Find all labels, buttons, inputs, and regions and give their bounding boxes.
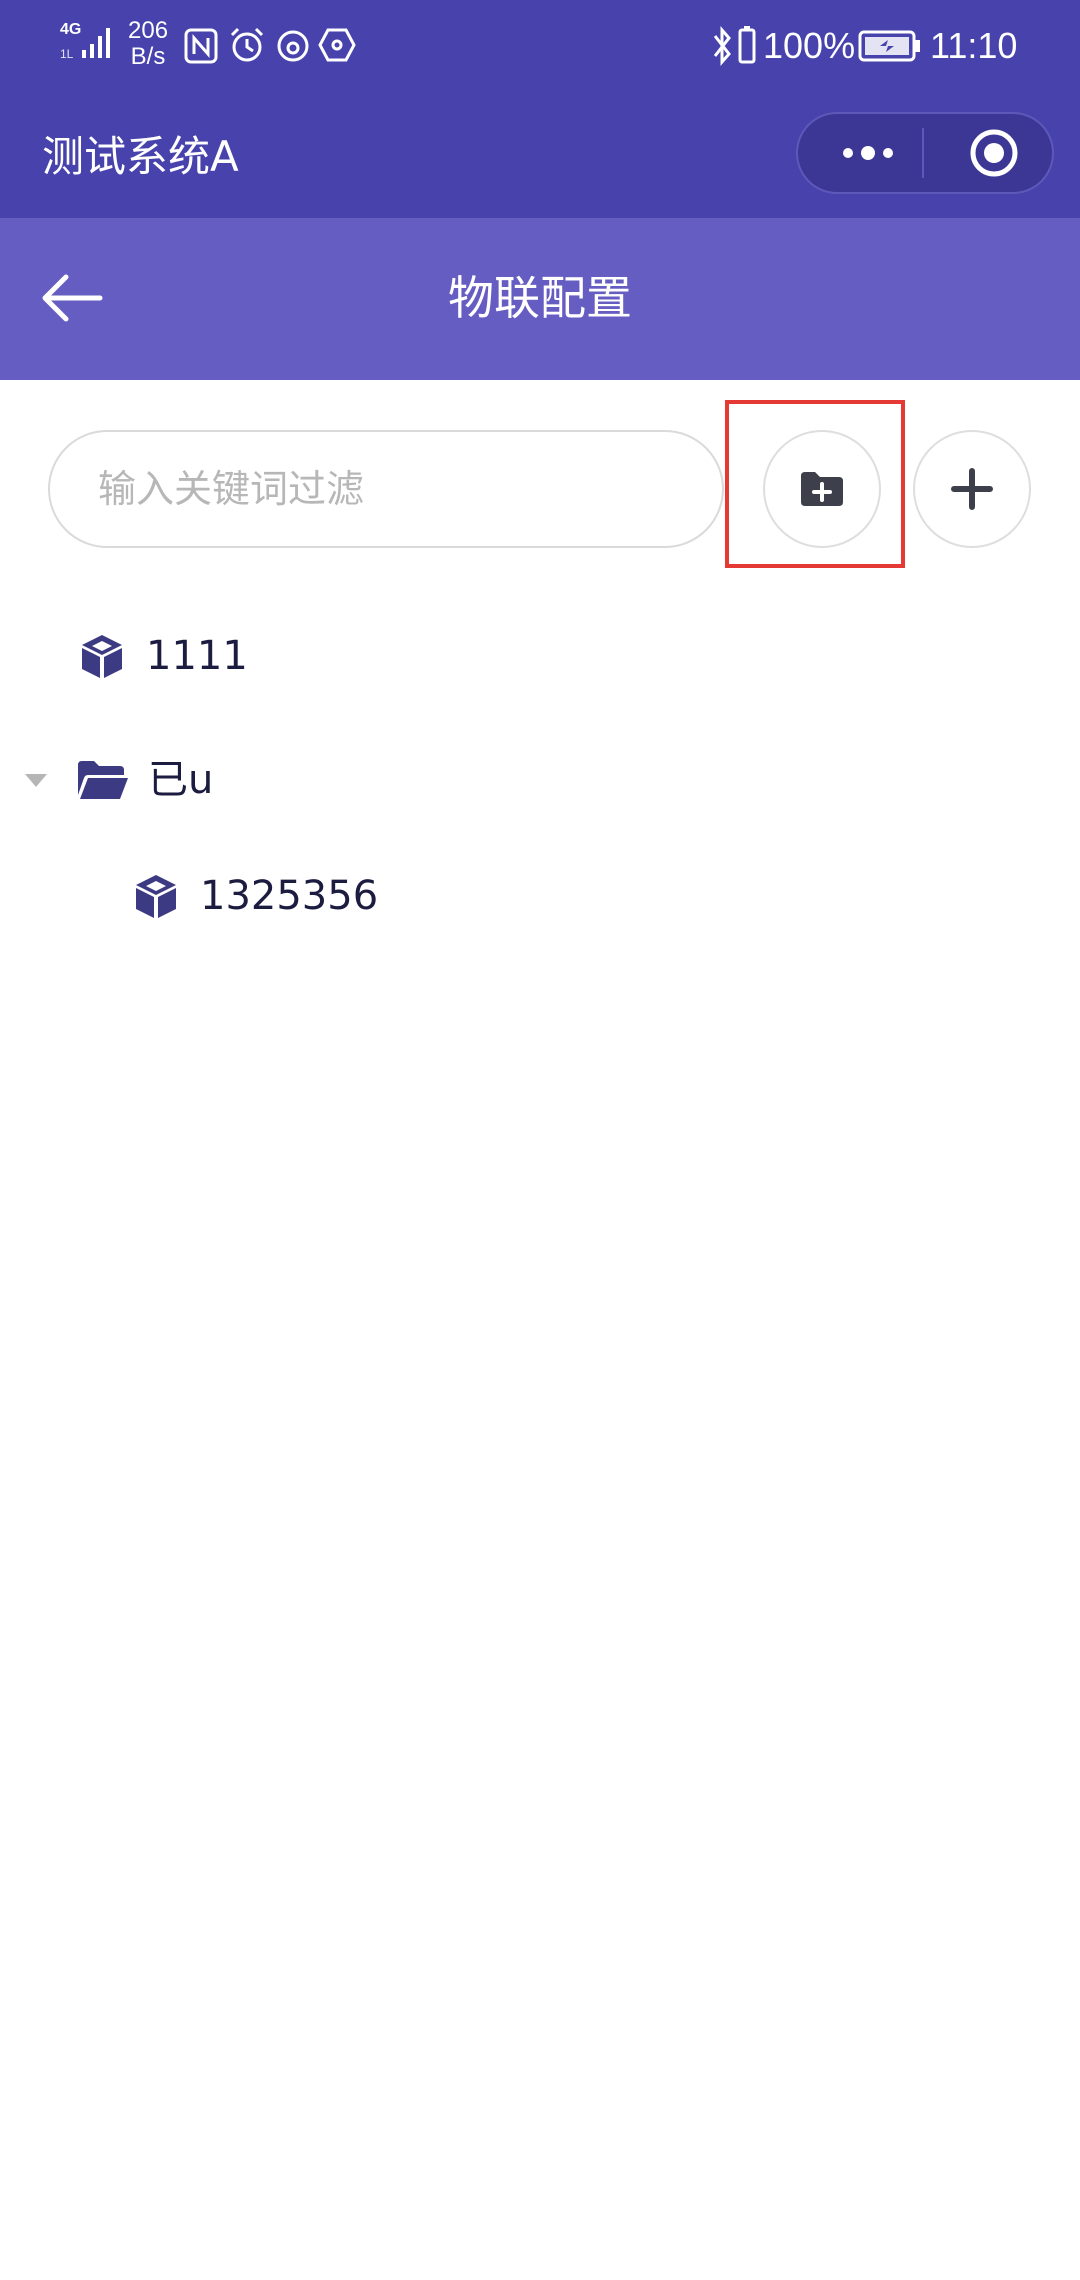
tree-child-label: 1325356 bbox=[200, 873, 379, 919]
clock: 11:10 bbox=[930, 25, 1018, 66]
speed-value: 206 bbox=[128, 17, 169, 44]
cube-icon bbox=[136, 875, 176, 918]
network-speed: 206 B/s bbox=[128, 18, 168, 70]
close-mini-program-button[interactable] bbox=[944, 122, 1044, 184]
speed-unit: B/s bbox=[130, 43, 166, 70]
search-input[interactable] bbox=[50, 432, 722, 546]
netease-music-icon bbox=[277, 30, 309, 62]
alarm-icon bbox=[230, 27, 264, 62]
tree-item-label: 1111 bbox=[146, 633, 248, 679]
highlight-box bbox=[725, 400, 905, 568]
vibrate-battery-icon bbox=[738, 26, 756, 64]
folder-open-icon bbox=[78, 761, 128, 799]
bluetooth-icon bbox=[713, 26, 731, 66]
app-title: 测试系统A bbox=[42, 132, 239, 181]
more-options-button[interactable] bbox=[818, 122, 918, 184]
hexagon-app-icon bbox=[318, 28, 356, 62]
signal-icon bbox=[82, 28, 110, 58]
nfc-icon bbox=[184, 28, 218, 64]
battery-icon bbox=[858, 30, 920, 62]
add-device-button[interactable] bbox=[913, 430, 1031, 548]
capsule-divider bbox=[922, 128, 924, 178]
tree-child-item[interactable]: 1325356 bbox=[124, 860, 724, 932]
cube-icon bbox=[82, 635, 122, 678]
page-title: 物联配置 bbox=[448, 271, 632, 325]
more-dots-icon bbox=[843, 146, 893, 160]
network-type: 4G bbox=[60, 21, 82, 38]
tree-folder-label: 已u bbox=[148, 757, 214, 803]
search-field[interactable] bbox=[48, 430, 724, 548]
target-close-icon bbox=[970, 129, 1018, 177]
battery-percent: 100% bbox=[763, 25, 856, 66]
caret-down-icon[interactable] bbox=[22, 770, 50, 790]
network-sub: 1L bbox=[60, 47, 74, 61]
plus-icon bbox=[951, 468, 993, 510]
tree-folder-item[interactable]: 已u bbox=[22, 744, 622, 816]
tree-item[interactable]: 1111 bbox=[70, 620, 670, 692]
